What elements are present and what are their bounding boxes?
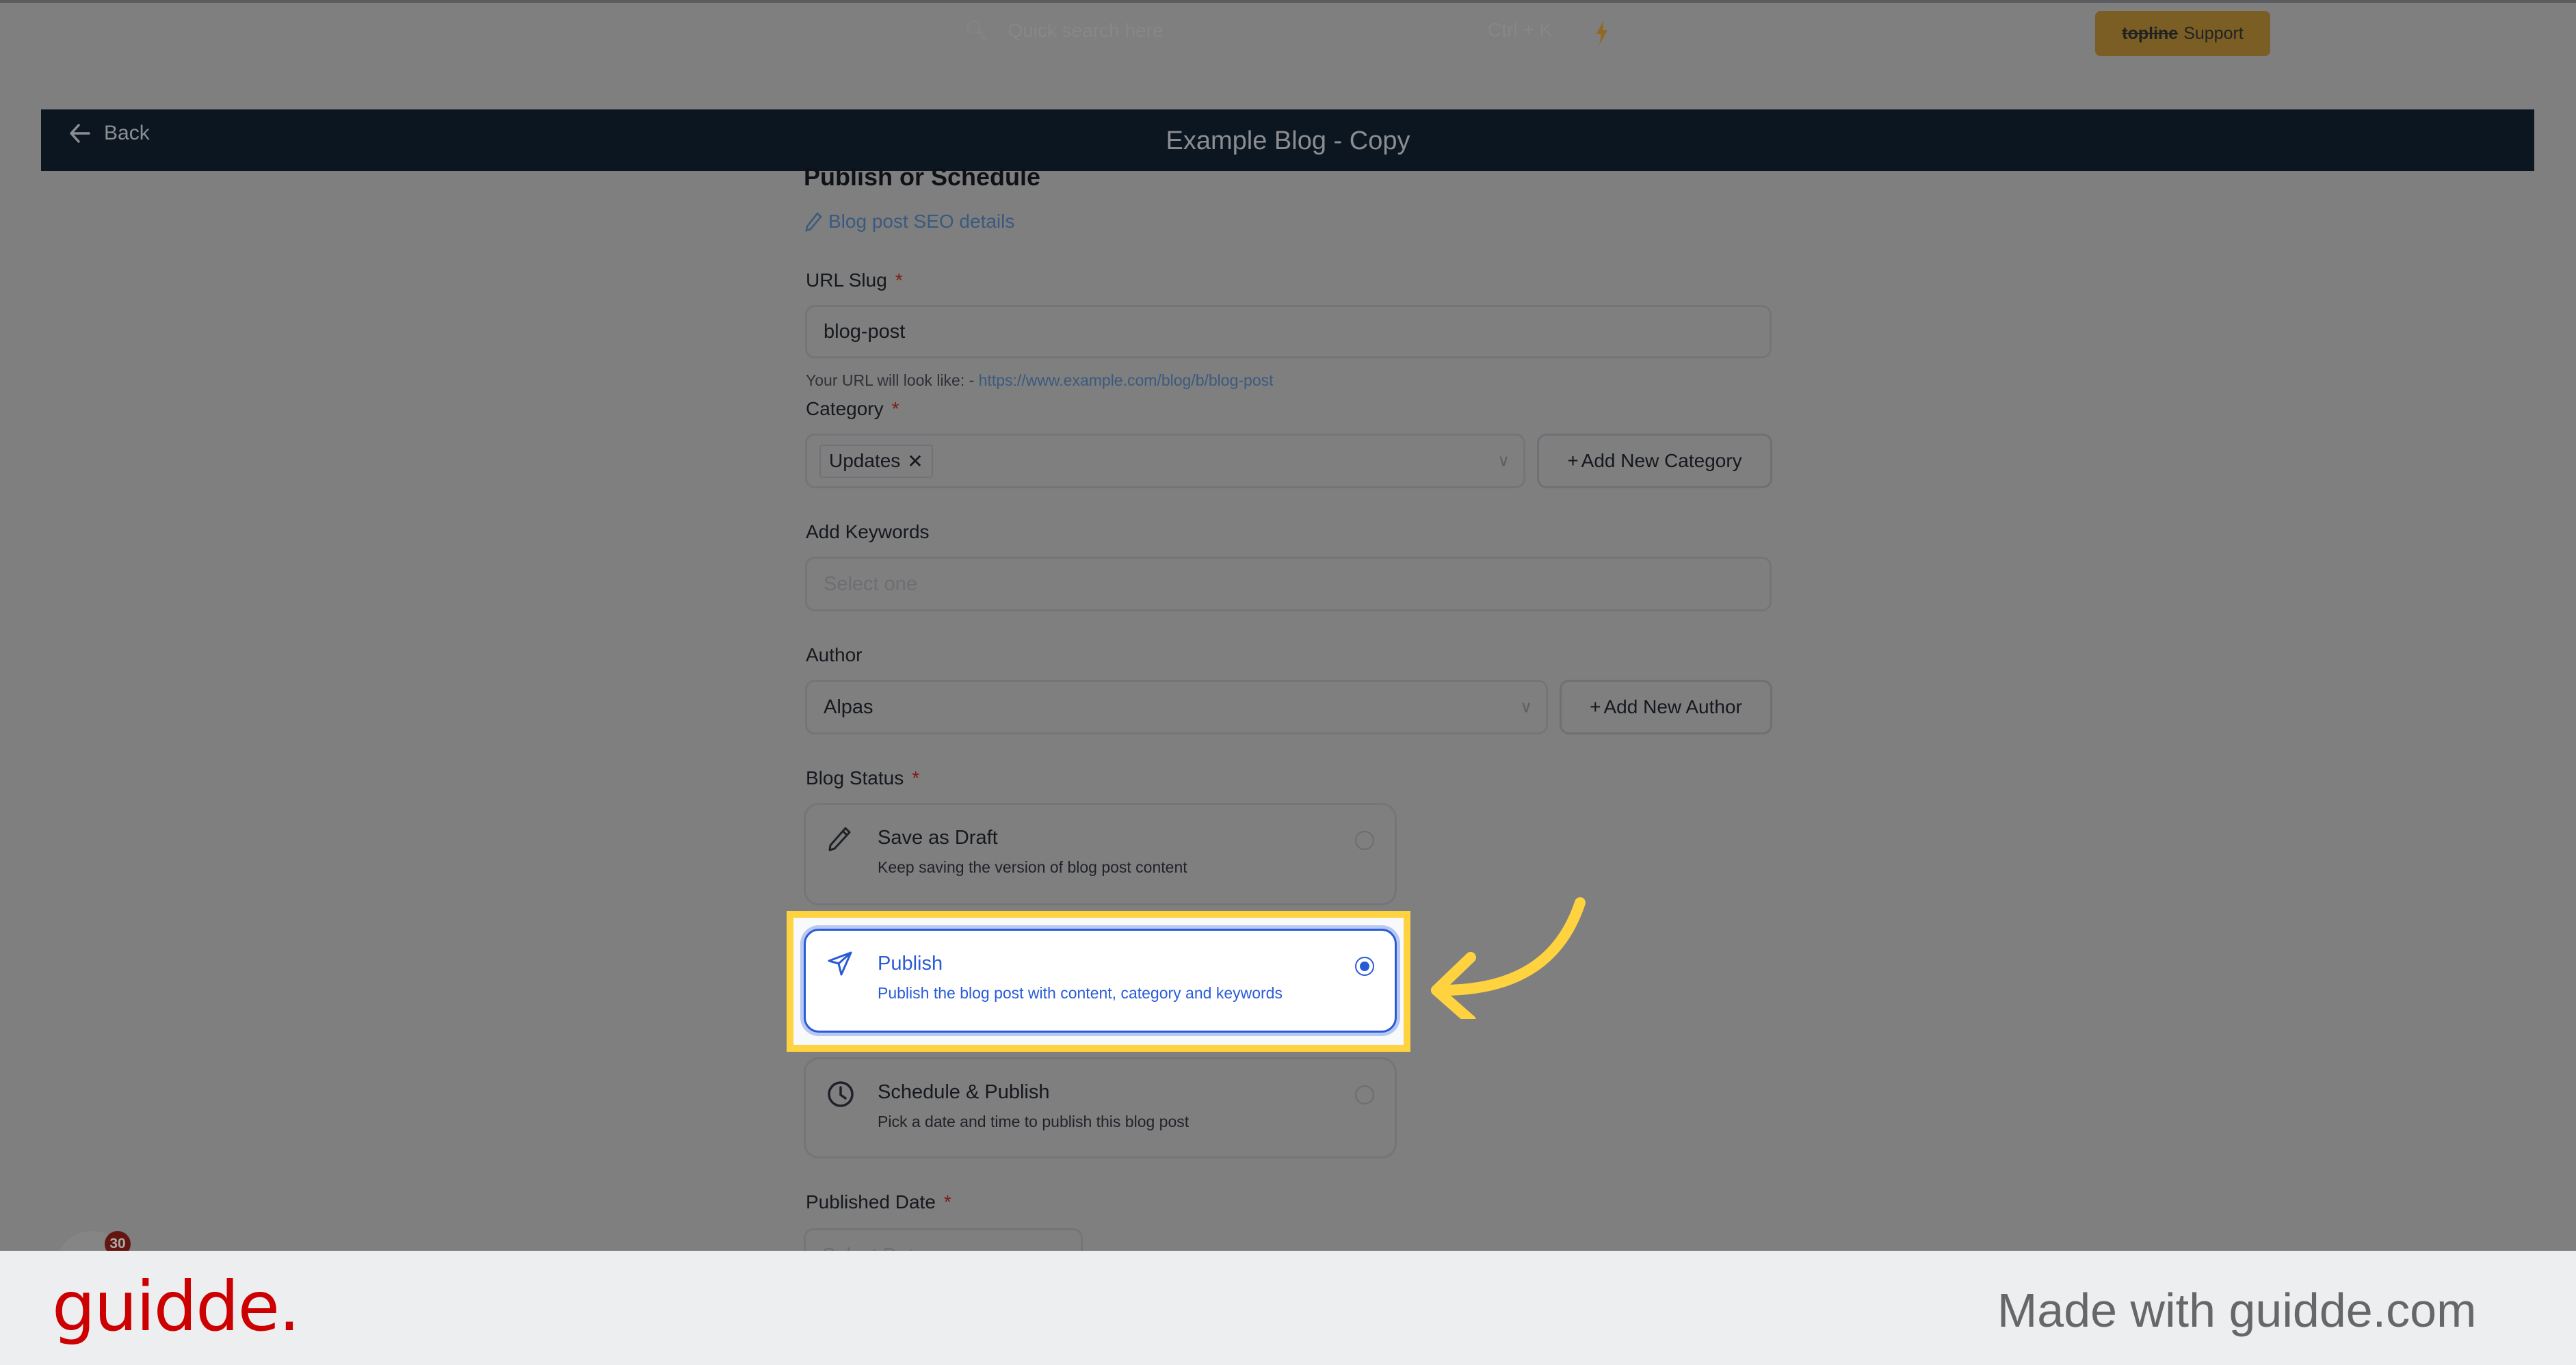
blog-status-label: Blog Status * xyxy=(806,767,919,789)
required-marker: * xyxy=(891,398,899,419)
radio-button[interactable] xyxy=(1355,831,1374,850)
pencil-icon xyxy=(805,212,822,232)
chevron-down-icon: ∨ xyxy=(1520,698,1532,717)
url-preview-link[interactable]: https://www.example.com/blog/b/blog-post xyxy=(979,371,1274,389)
add-author-label: Add New Author xyxy=(1603,696,1742,717)
top-edge xyxy=(0,0,2576,3)
search-icon: 🔍︎ xyxy=(964,20,989,41)
annotation-arrow-icon xyxy=(1416,889,1594,1026)
pencil-icon xyxy=(826,825,854,856)
search-shortcut: Ctrl + K xyxy=(1488,19,1553,40)
clock-icon xyxy=(826,1080,855,1112)
url-hint-prefix: Your URL will look like: - xyxy=(806,371,975,389)
keywords-input[interactable]: Select one xyxy=(805,557,1772,611)
add-category-button[interactable]: + Add New Category xyxy=(1537,434,1772,488)
published-date-label-text: Published Date xyxy=(806,1191,936,1212)
author-select[interactable]: Alpas ∨ xyxy=(805,680,1548,734)
option-title: Save as Draft xyxy=(878,827,998,849)
category-chip: Updates ✕ xyxy=(819,444,933,478)
url-slug-label: URL Slug * xyxy=(806,269,903,291)
published-date-label: Published Date * xyxy=(806,1191,951,1213)
author-label: Author xyxy=(806,644,863,665)
option-title: Publish xyxy=(878,953,943,975)
section-title: Publish or Schedule xyxy=(804,163,1041,191)
category-select[interactable]: Updates ✕ ∨ xyxy=(805,434,1525,488)
status-option-publish[interactable]: Publish Publish the blog post with conte… xyxy=(804,929,1397,1033)
author-value: Alpas xyxy=(824,695,873,718)
send-icon xyxy=(826,950,854,981)
required-marker: * xyxy=(912,767,920,788)
quick-search[interactable]: 🔍︎ Quick search here xyxy=(964,19,1164,42)
made-with-guidde: Made with guidde.com xyxy=(1997,1284,2477,1337)
seo-details-link[interactable]: Blog post SEO details xyxy=(805,211,1014,233)
search-placeholder: Quick search here xyxy=(1008,20,1164,41)
status-option-draft[interactable]: Save as Draft Keep saving the version of… xyxy=(804,803,1397,905)
plus-icon: + xyxy=(1567,450,1579,471)
support-button[interactable]: topline Support xyxy=(2095,11,2270,56)
add-author-button[interactable]: + Add New Author xyxy=(1560,680,1772,734)
seo-link-label: Blog post SEO details xyxy=(828,211,1015,232)
required-marker: * xyxy=(895,269,903,291)
support-brand: topline xyxy=(2122,23,2179,43)
guidde-logo: guidde. xyxy=(52,1267,300,1347)
status-option-schedule[interactable]: Schedule & Publish Pick a date and time … xyxy=(804,1057,1397,1158)
radio-button[interactable] xyxy=(1355,1085,1374,1104)
url-slug-label-text: URL Slug xyxy=(806,269,887,291)
option-description: Pick a date and time to publish this blo… xyxy=(878,1113,1190,1130)
url-slug-value: blog-post xyxy=(824,320,906,343)
url-slug-input[interactable]: blog-post xyxy=(805,305,1772,358)
blog-status-label-text: Blog Status xyxy=(806,767,904,788)
lightning-icon[interactable] xyxy=(1594,21,1610,49)
page-title: Example Blog - Copy xyxy=(1166,127,1410,155)
option-description: Publish the blog post with content, cate… xyxy=(878,984,1283,1002)
option-description: Keep saving the version of blog post con… xyxy=(878,858,1187,876)
support-label: Support xyxy=(2183,23,2244,43)
plus-icon: + xyxy=(1590,696,1601,717)
keywords-label: Add Keywords xyxy=(806,521,930,542)
radio-button-selected[interactable] xyxy=(1355,957,1374,976)
url-preview-hint: Your URL will look like: - https://www.e… xyxy=(806,371,1274,390)
required-marker: * xyxy=(943,1191,951,1212)
remove-chip-icon[interactable]: ✕ xyxy=(907,450,923,473)
category-chip-label: Updates xyxy=(829,450,901,471)
chevron-down-icon: ∨ xyxy=(1497,451,1510,471)
keywords-placeholder: Select one xyxy=(824,572,918,595)
category-label: Category * xyxy=(806,398,899,420)
option-title: Schedule & Publish xyxy=(878,1081,1050,1103)
category-label-text: Category xyxy=(806,398,884,419)
add-category-label: Add New Category xyxy=(1581,450,1742,471)
